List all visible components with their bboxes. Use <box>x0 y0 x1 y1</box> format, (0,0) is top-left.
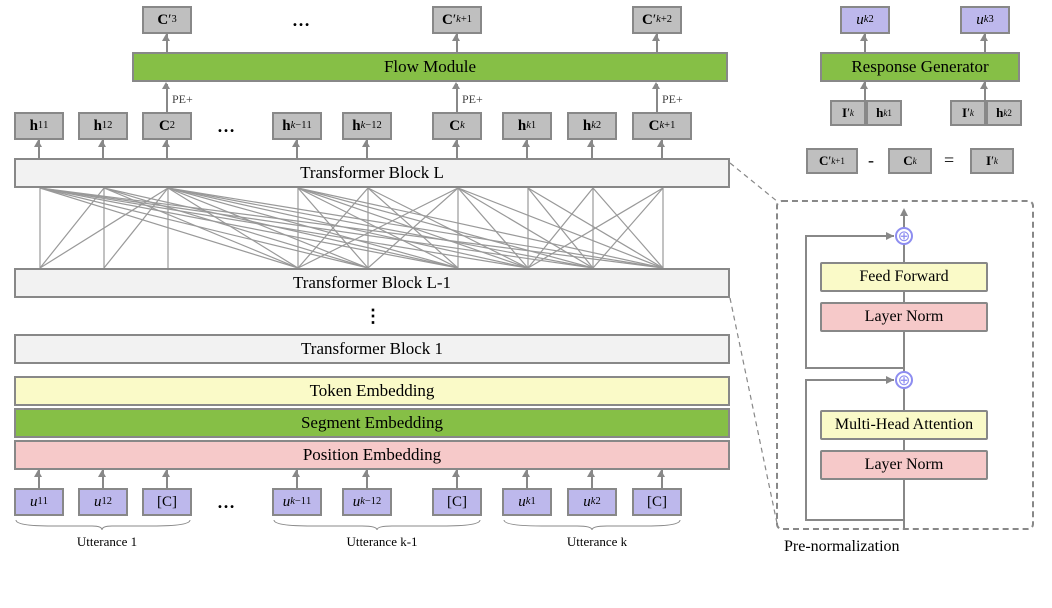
h11: h11 <box>14 112 64 140</box>
arrowhead <box>362 140 370 147</box>
arrowhead <box>452 140 460 147</box>
layer-norm-1: Layer Norm <box>820 450 988 480</box>
prenorm-label: Pre-normalization <box>784 538 900 556</box>
arrowhead <box>522 140 530 147</box>
layer-norm-2: Layer Norm <box>820 302 988 332</box>
hidden-ellipsis: … <box>217 116 237 137</box>
flow-module: Flow Module <box>132 52 728 82</box>
stack-vdots: ⋮ <box>364 306 382 327</box>
ukm11: uk−11 <box>272 488 322 516</box>
ckp1: Ck+1 <box>632 112 692 140</box>
pe-label: PE+ <box>462 92 483 107</box>
arrowhead <box>587 470 595 477</box>
hkm11: hk−11 <box>272 112 322 140</box>
arrowhead <box>292 470 300 477</box>
minus-icon: - <box>868 150 874 171</box>
out-uk2: uk2 <box>840 6 890 34</box>
c2: C2 <box>142 112 192 140</box>
c-token-3: [C] <box>632 488 682 516</box>
arrowhead <box>162 470 170 477</box>
equals-icon: = <box>944 150 954 171</box>
arrowhead <box>34 140 42 147</box>
arrowhead <box>657 470 665 477</box>
out-uk3: uk3 <box>960 6 1010 34</box>
arrowhead <box>34 470 42 477</box>
output-ckp1: C′k+1 <box>432 6 482 34</box>
multi-head-attention: Multi-Head Attention <box>820 410 988 440</box>
transformer-block-L: Transformer Block L <box>14 158 730 188</box>
arrowhead <box>980 82 988 89</box>
u11: u11 <box>14 488 64 516</box>
hkm12: hk−12 <box>342 112 392 140</box>
prenorm-arrows <box>776 200 1034 530</box>
right-panel: uk2 uk3 Response Generator I′k hk1 I′k h… <box>760 0 1050 608</box>
feed-forward: Feed Forward <box>820 262 988 292</box>
arrowhead <box>162 82 170 89</box>
arrowhead <box>362 470 370 477</box>
transformer-block-1: Transformer Block 1 <box>14 334 730 364</box>
uk1: uk1 <box>502 488 552 516</box>
arrowhead <box>98 140 106 147</box>
pe-label: PE+ <box>172 92 193 107</box>
hk2: hk2 <box>567 112 617 140</box>
uttk-label: Utterance k <box>552 534 642 550</box>
c-token-2: [C] <box>432 488 482 516</box>
box-hk2-2: hk2 <box>986 100 1022 126</box>
ukm12: uk−12 <box>342 488 392 516</box>
box-hk1-1: hk1 <box>866 100 902 126</box>
arrowhead <box>860 34 868 41</box>
attention-lines <box>14 188 730 268</box>
input-ellipsis: … <box>217 492 237 513</box>
output-c3: C′3 <box>142 6 192 34</box>
arrowhead <box>452 34 460 41</box>
output-ellipsis: … <box>292 10 312 31</box>
box-ik-1: I′k <box>830 100 866 126</box>
c-token-1: [C] <box>142 488 192 516</box>
arrowhead <box>292 140 300 147</box>
uk2: uk2 <box>567 488 617 516</box>
eq-b: Ck <box>888 148 932 174</box>
transformer-block-Lm1: Transformer Block L-1 <box>14 268 730 298</box>
arrowhead <box>657 140 665 147</box>
hk1: hk1 <box>502 112 552 140</box>
arrowhead <box>652 34 660 41</box>
h12: h12 <box>78 112 128 140</box>
arrowhead <box>162 34 170 41</box>
arrowhead <box>98 470 106 477</box>
plus-icon: ⊕ <box>895 227 913 245</box>
pe-label: PE+ <box>662 92 683 107</box>
response-generator: Response Generator <box>820 52 1020 82</box>
arrowhead <box>452 470 460 477</box>
eq-a: C′k+1 <box>806 148 858 174</box>
uttkm1-label: Utterance k-1 <box>332 534 432 550</box>
box-ik-2: I′k <box>950 100 986 126</box>
eq-c: I′k <box>970 148 1014 174</box>
arrowhead <box>860 82 868 89</box>
arrowhead <box>522 470 530 477</box>
u12: u12 <box>78 488 128 516</box>
arrowhead <box>980 34 988 41</box>
arrowhead <box>452 82 460 89</box>
arrowhead <box>652 82 660 89</box>
plus-icon: ⊕ <box>895 371 913 389</box>
arrowhead <box>162 140 170 147</box>
utt1-label: Utterance 1 <box>67 534 147 550</box>
arrowhead <box>587 140 595 147</box>
segment-embedding: Segment Embedding <box>14 408 730 438</box>
left-panel: C′3 … C′k+1 C′k+2 Flow Module PE+ PE+ PE… <box>12 0 732 608</box>
output-ckp2: C′k+2 <box>632 6 682 34</box>
token-embedding: Token Embedding <box>14 376 730 406</box>
ck: Ck <box>432 112 482 140</box>
position-embedding: Position Embedding <box>14 440 730 470</box>
